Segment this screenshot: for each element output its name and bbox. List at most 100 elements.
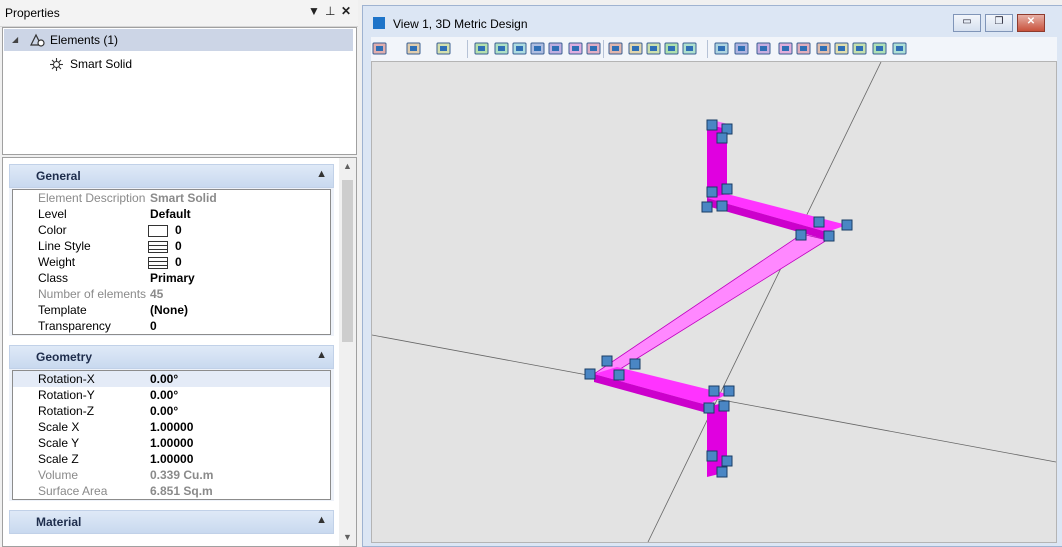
- property-row[interactable]: Color 0: [13, 222, 330, 238]
- smart-solid-model[interactable]: [593, 120, 847, 477]
- property-row[interactable]: Rotation-Z 0.00°: [13, 403, 330, 419]
- selection-handle[interactable]: [706, 186, 718, 198]
- selection-handle[interactable]: [716, 132, 728, 144]
- close-icon[interactable]: ✕: [341, 4, 351, 18]
- restore-button[interactable]: ❐: [985, 14, 1013, 32]
- pin-icon[interactable]: ⊥: [325, 4, 335, 18]
- toggle-z-icon[interactable]: [795, 40, 812, 57]
- vertical-scrollbar[interactable]: ▲ ▼: [339, 158, 356, 546]
- selection-handle[interactable]: [718, 400, 730, 412]
- walk-icon[interactable]: [607, 40, 624, 57]
- property-row[interactable]: Rotation-X 0.00°: [13, 371, 330, 387]
- pan-view-icon[interactable]: [585, 40, 602, 57]
- expand-arrow-icon[interactable]: ◢: [12, 29, 18, 51]
- close-button[interactable]: ✕: [1017, 14, 1045, 32]
- line-style-swatch: [148, 241, 168, 253]
- change-view-perspective-icon[interactable]: [755, 40, 772, 57]
- property-row[interactable]: Transparency 0: [13, 318, 330, 334]
- standard-view-icon[interactable]: [851, 40, 868, 57]
- properties-title: Properties: [5, 6, 60, 20]
- view-attributes-icon[interactable]: [371, 40, 388, 57]
- selection-handle[interactable]: [601, 355, 613, 367]
- general-group-header[interactable]: General ▲: [9, 164, 334, 188]
- scroll-up-icon[interactable]: ▲: [339, 158, 356, 175]
- property-row[interactable]: Class Primary: [13, 270, 330, 286]
- properties-title-bar: Properties ▼ ⊥ ✕: [0, 0, 358, 27]
- tree-item-label: Elements (1): [50, 33, 119, 47]
- material-group-header[interactable]: Material ▲: [9, 510, 334, 534]
- property-row[interactable]: Template (None): [13, 302, 330, 318]
- paint-brush-icon[interactable]: [473, 40, 490, 57]
- view-previous-icon[interactable]: [645, 40, 662, 57]
- save-image-icon[interactable]: [833, 40, 850, 57]
- minimize-button[interactable]: ▭: [953, 14, 981, 32]
- property-row[interactable]: Weight 0: [13, 254, 330, 270]
- view-window: View 1, 3D Metric Design ▭ ❐ ✕: [362, 5, 1062, 547]
- selection-handle[interactable]: [716, 466, 728, 478]
- view-display-icon[interactable]: [777, 40, 794, 57]
- geometry-properties-list: Rotation-X 0.00° Rotation-Y 0.00° Rotation…: [12, 370, 331, 500]
- lights-icon[interactable]: [435, 40, 452, 57]
- collapse-chevron-icon[interactable]: ▲: [316, 168, 327, 180]
- selection-handle[interactable]: [716, 200, 728, 212]
- selection-handle[interactable]: [721, 455, 733, 467]
- collapse-chevron-icon[interactable]: ▲: [316, 349, 327, 361]
- solid-face: [707, 194, 847, 232]
- color-swatch: [148, 225, 168, 237]
- elements-icon: [30, 33, 45, 47]
- selection-handle[interactable]: [706, 119, 718, 131]
- clip-mask-icon[interactable]: [871, 40, 888, 57]
- selection-handle[interactable]: [813, 216, 825, 228]
- geometry-group: Geometry ▲ Rotation-X 0.00° Rotation-Y 0.0…: [9, 345, 334, 501]
- toolbar-separator: [707, 40, 708, 58]
- tree-item-label: Smart Solid: [70, 57, 133, 71]
- selection-handle[interactable]: [706, 450, 718, 462]
- panel-menu-icon[interactable]: ▼: [308, 4, 320, 18]
- window-area-icon[interactable]: [529, 40, 546, 57]
- selection-handle[interactable]: [721, 183, 733, 195]
- selection-handle[interactable]: [795, 229, 807, 241]
- selection-handle[interactable]: [701, 201, 713, 213]
- selection-handle[interactable]: [708, 385, 720, 397]
- property-row[interactable]: Rotation-Y 0.00°: [13, 387, 330, 403]
- rotate-view-icon[interactable]: [567, 40, 584, 57]
- prev-arrow-icon[interactable]: [663, 40, 680, 57]
- copy-view-icon[interactable]: [713, 40, 730, 57]
- property-row: Number of elements 45: [38, 287, 164, 301]
- next-arrow-icon[interactable]: [681, 40, 698, 57]
- smart-solid-icon: [50, 58, 63, 71]
- zoom-in-icon[interactable]: [493, 40, 510, 57]
- selection-handle[interactable]: [841, 219, 853, 231]
- geometry-group-header[interactable]: Geometry ▲: [9, 345, 334, 369]
- fly-icon[interactable]: [627, 40, 644, 57]
- property-row[interactable]: Scale Y 1.00000: [13, 435, 330, 451]
- selection-handle[interactable]: [613, 369, 625, 381]
- selection-handle[interactable]: [703, 402, 715, 414]
- scrollbar-thumb[interactable]: [342, 180, 353, 342]
- scroll-down-icon[interactable]: ▼: [339, 529, 356, 546]
- view-title-bar: View 1, 3D Metric Design ▭ ❐ ✕: [363, 6, 1062, 36]
- selection-handle[interactable]: [723, 385, 735, 397]
- view-settings-icon[interactable]: [891, 40, 908, 57]
- property-row[interactable]: Line Style 0: [13, 238, 330, 254]
- clip-volume-icon[interactable]: [733, 40, 750, 57]
- properties-panel: Properties ▼ ⊥ ✕ ◢ Elements (1) Smart So…: [0, 0, 358, 547]
- camera-settings-icon[interactable]: [815, 40, 832, 57]
- property-row[interactable]: Scale X 1.00000: [13, 419, 330, 435]
- solid-face: [593, 233, 829, 375]
- collapse-chevron-icon[interactable]: ▲: [316, 514, 327, 526]
- property-row[interactable]: Scale Z 1.00000: [13, 451, 330, 467]
- group-title: General: [36, 169, 81, 183]
- selection-handle[interactable]: [823, 230, 835, 242]
- selection-handle[interactable]: [629, 358, 641, 370]
- material-group: Material ▲: [9, 510, 334, 534]
- selection-handle[interactable]: [584, 368, 596, 380]
- view-canvas[interactable]: [371, 61, 1057, 543]
- property-row[interactable]: Level Default: [13, 206, 330, 222]
- tree-item-elements[interactable]: ◢ Elements (1): [4, 29, 353, 51]
- fit-view-icon[interactable]: [547, 40, 564, 57]
- display-style-icon[interactable]: [405, 40, 422, 57]
- zoom-out-icon[interactable]: [511, 40, 528, 57]
- axis-line: [647, 61, 882, 543]
- tree-item-smart-solid[interactable]: Smart Solid: [4, 53, 353, 75]
